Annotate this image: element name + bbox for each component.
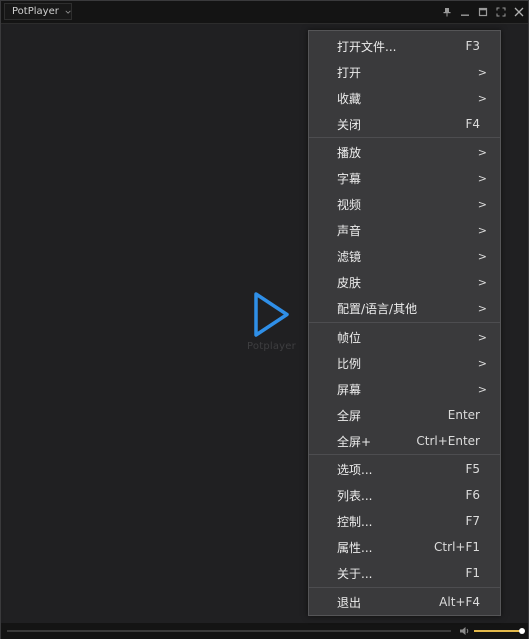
submenu-arrow-icon: > — [477, 301, 487, 315]
menu-separator — [309, 322, 500, 323]
submenu-arrow-icon: > — [477, 91, 487, 105]
menu-item[interactable]: 打开 > — [309, 59, 500, 85]
submenu-arrow-icon: > — [477, 145, 487, 159]
menu-item-label: 收藏 — [337, 91, 362, 106]
submenu-arrow-icon: > — [477, 382, 487, 396]
menu-item-label: 属性... — [337, 540, 373, 555]
volume-slider[interactable] — [474, 630, 522, 632]
menu-item-label: 帧位 — [337, 330, 362, 345]
app-menu-button[interactable]: PotPlayer — [4, 3, 72, 20]
play-logo-icon — [254, 292, 289, 337]
menu-item-shortcut: Enter — [447, 408, 480, 422]
menu-separator — [309, 587, 500, 588]
submenu-arrow-icon: > — [477, 65, 487, 79]
submenu-arrow-icon: > — [477, 223, 487, 237]
menu-item[interactable]: 屏幕 > — [309, 376, 500, 402]
menu-item-label: 选项... — [337, 462, 373, 477]
submenu-arrow-icon: > — [477, 356, 487, 370]
menu-item-shortcut: Alt+F4 — [439, 595, 480, 609]
menu-item-shortcut: F6 — [465, 488, 480, 502]
fullscreen-button[interactable] — [492, 1, 510, 23]
menu-item[interactable]: 属性... Ctrl+F1 — [309, 534, 500, 560]
menu-item[interactable]: 打开文件... F3 — [309, 33, 500, 59]
menu-item-label: 皮肤 — [337, 275, 362, 290]
submenu-arrow-icon: > — [477, 330, 487, 344]
menu-item-label: 配置/语言/其他 — [337, 301, 418, 316]
menu-item[interactable]: 配置/语言/其他 > — [309, 295, 500, 321]
menu-item-label: 字幕 — [337, 171, 362, 186]
menu-item[interactable]: 全屏+ Ctrl+Enter — [309, 428, 500, 454]
menu-item-shortcut: Ctrl+Enter — [416, 434, 480, 448]
seek-bar[interactable] — [7, 630, 451, 632]
menu-item[interactable]: 皮肤 > — [309, 269, 500, 295]
menu-item-shortcut: F5 — [465, 462, 480, 476]
menu-item-shortcut: F3 — [465, 39, 480, 53]
submenu-arrow-icon: > — [477, 249, 487, 263]
menu-item-shortcut: Ctrl+F1 — [434, 540, 480, 554]
menu-item-label: 播放 — [337, 145, 362, 160]
menu-item-label: 全屏+ — [337, 434, 372, 449]
menu-item[interactable]: 字幕 > — [309, 165, 500, 191]
menu-item[interactable]: 全屏 Enter — [309, 402, 500, 428]
menu-separator — [309, 454, 500, 455]
menu-item-label: 列表... — [337, 488, 373, 503]
menu-item-label: 控制... — [337, 514, 373, 529]
menu-item[interactable]: 比例 > — [309, 350, 500, 376]
menu-item-label: 滤镜 — [337, 249, 362, 264]
menu-item[interactable]: 收藏 > — [309, 85, 500, 111]
menu-item-label: 视频 — [337, 197, 362, 212]
menu-item-label: 关闭 — [337, 117, 362, 132]
menu-item[interactable]: 视频 > — [309, 191, 500, 217]
close-icon — [514, 7, 524, 17]
window-controls — [433, 1, 528, 23]
menu-item-shortcut: F1 — [465, 566, 480, 580]
maximize-icon — [478, 7, 488, 17]
app-name: PotPlayer — [12, 6, 59, 17]
menu-item-shortcut: F4 — [465, 117, 480, 131]
menu-item[interactable]: 关闭 F4 — [309, 111, 500, 137]
logo-text: Potplayer — [247, 341, 296, 352]
menu-item[interactable]: 关于... F1 — [309, 560, 500, 586]
menu-item[interactable]: 帧位 > — [309, 324, 500, 350]
menu-item[interactable]: 列表... F6 — [309, 482, 500, 508]
volume-icon[interactable] — [459, 625, 471, 637]
chevron-down-icon — [65, 10, 71, 14]
close-button[interactable] — [510, 1, 528, 23]
context-menu: 打开文件... F3 打开 > 收藏 > 关闭 F4 播放 > 字幕 > 视频 > 声音 > 滤镜 > 皮肤 > 配置/… — [308, 30, 501, 616]
submenu-arrow-icon: > — [477, 275, 487, 289]
potplayer-logo: Potplayer — [247, 291, 296, 355]
menu-item[interactable]: 控制... F7 — [309, 508, 500, 534]
menu-item[interactable]: 选项... F5 — [309, 456, 500, 482]
submenu-arrow-icon: > — [477, 197, 487, 211]
menu-separator — [309, 137, 500, 138]
pin-button[interactable] — [438, 1, 456, 23]
menu-item-label: 全屏 — [337, 408, 362, 423]
submenu-arrow-icon: > — [477, 171, 487, 185]
minimize-button[interactable] — [456, 1, 474, 23]
menu-item-label: 打开 — [337, 65, 362, 80]
menu-item[interactable]: 播放 > — [309, 139, 500, 165]
title-bar: PotPlayer — [1, 1, 528, 24]
menu-item[interactable]: 滤镜 > — [309, 243, 500, 269]
menu-item-label: 退出 — [337, 595, 362, 610]
menu-item[interactable]: 声音 > — [309, 217, 500, 243]
menu-item-shortcut: F7 — [465, 514, 480, 528]
menu-item-label: 比例 — [337, 356, 362, 371]
menu-item-label: 声音 — [337, 223, 362, 238]
minimize-icon — [461, 14, 469, 16]
pin-icon — [443, 8, 451, 17]
maximize-button[interactable] — [474, 1, 492, 23]
menu-item-label: 打开文件... — [337, 39, 397, 54]
control-bar — [1, 623, 528, 639]
fullscreen-icon — [496, 7, 506, 17]
volume-slider-handle[interactable] — [519, 628, 525, 634]
menu-item[interactable]: 退出 Alt+F4 — [309, 589, 500, 615]
menu-item-label: 关于... — [337, 566, 373, 581]
menu-item-label: 屏幕 — [337, 382, 362, 397]
potplayer-window: PotPlayer Potplayer 打开文件... F3 打开 > 收藏 >… — [0, 0, 529, 639]
